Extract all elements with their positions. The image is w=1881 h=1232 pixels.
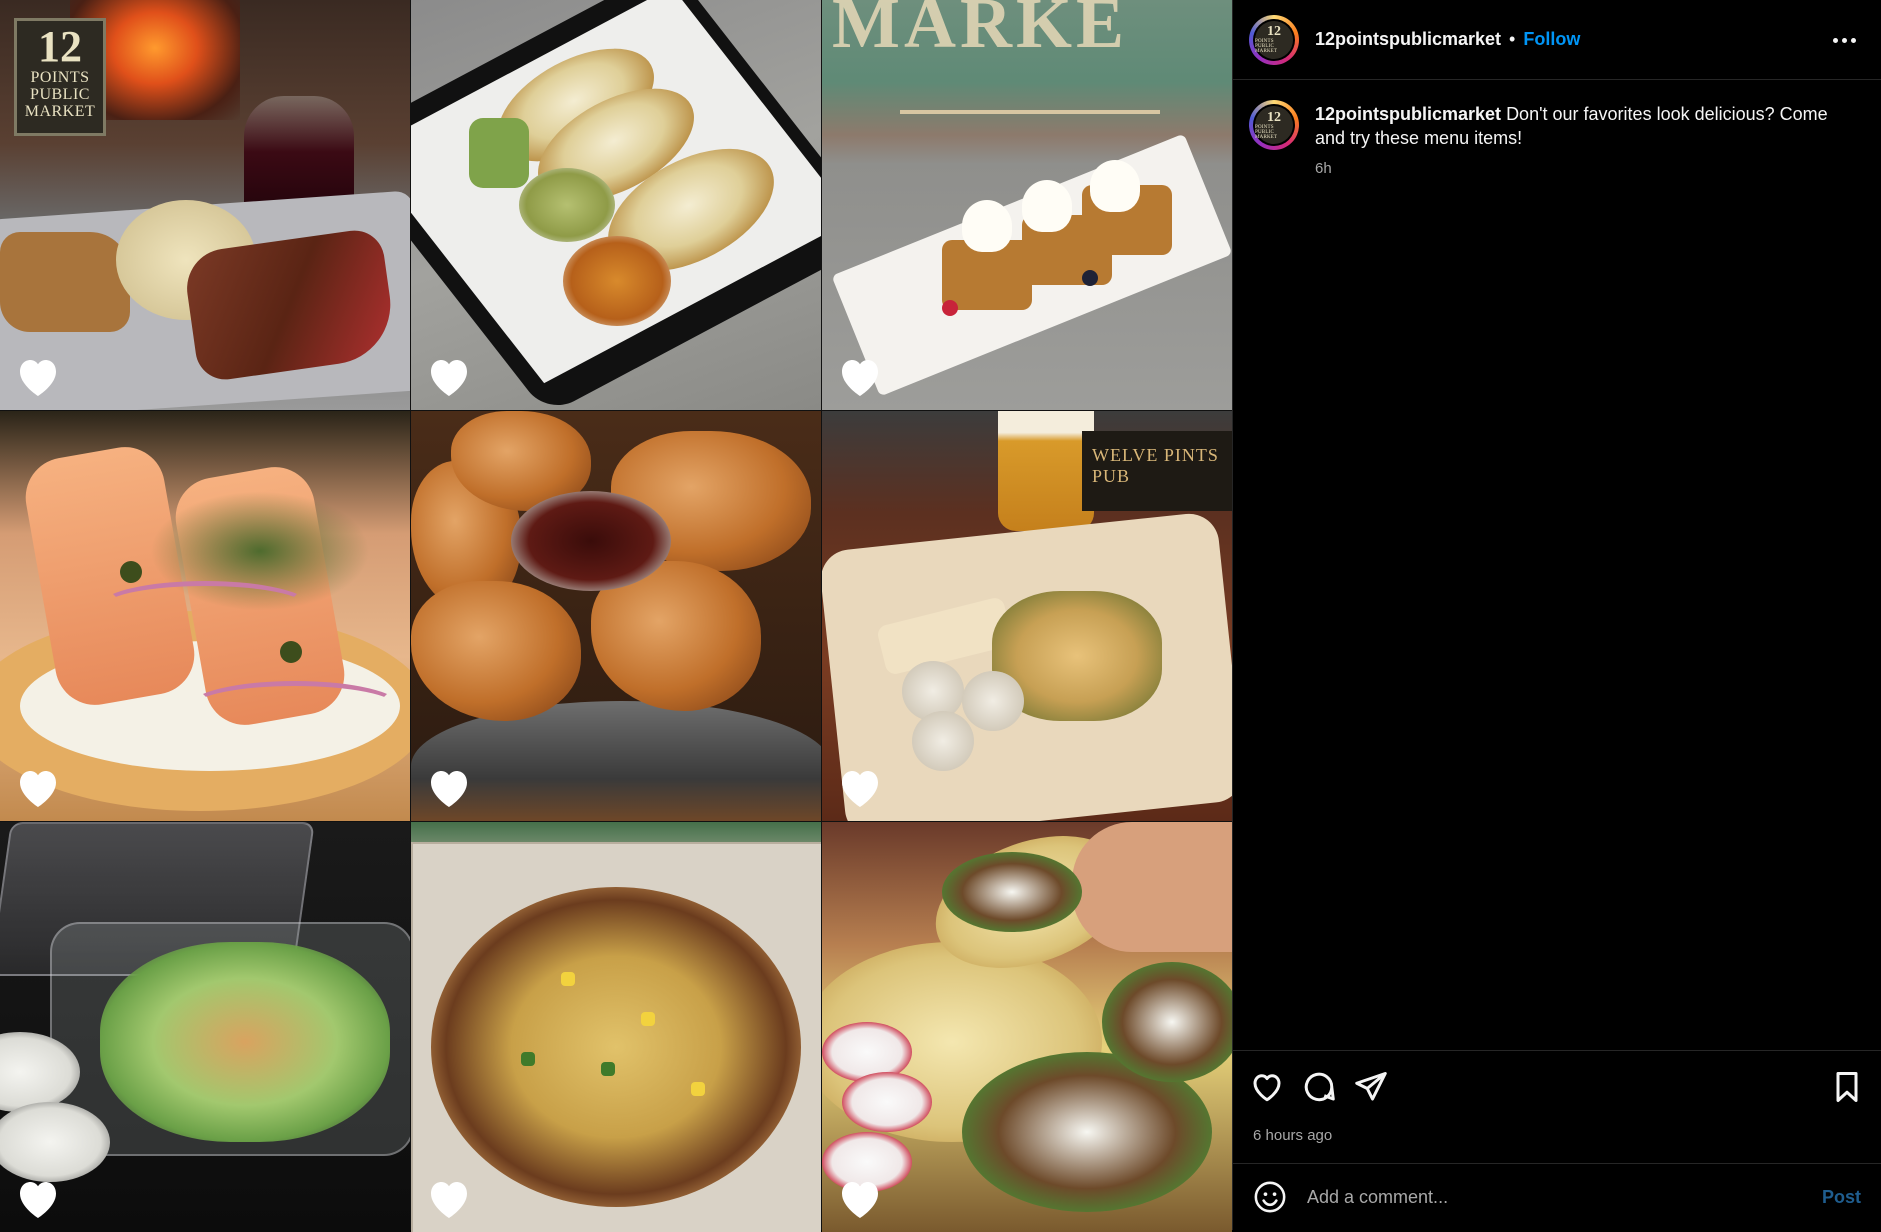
avatar-logo: 12 POINTS PUBLIC MARKET (1255, 106, 1293, 144)
comment-bar: Post (1233, 1163, 1881, 1230)
photo-biscuit (0, 232, 130, 332)
comment-input[interactable] (1305, 1185, 1822, 1209)
photo-topping (521, 1052, 535, 1066)
photo-taco-filling (942, 852, 1082, 932)
avatar-logo: 12 POINTS PUBLIC MARKET (1255, 20, 1293, 59)
more-options-icon[interactable] (1829, 26, 1859, 54)
grid-photo-pub-plate[interactable]: WELVE PINTS PUB (822, 411, 1232, 821)
heart-icon[interactable] (425, 354, 473, 398)
heart-icon[interactable] (1249, 1069, 1285, 1105)
photo-sign-line (900, 110, 1160, 114)
photo-onion (190, 681, 400, 731)
action-bar: 6 hours ago (1233, 1050, 1881, 1170)
grid-photo-meatloaf-tray[interactable]: 12 POINTS PUBLIC MARKET (0, 0, 410, 410)
photo-berry (942, 300, 958, 316)
caption-time[interactable]: 6h (1315, 160, 1849, 177)
photo-grid: 12 POINTS PUBLIC MARKET MARKE WELVE PINT… (0, 0, 1232, 1232)
photo-meatball (912, 711, 974, 771)
avatar[interactable]: 12 POINTS PUBLIC MARKET (1249, 14, 1299, 65)
separator-dot: • (1509, 29, 1516, 49)
post-timestamp[interactable]: 6 hours ago (1253, 1127, 1332, 1144)
heart-icon[interactable] (425, 765, 473, 809)
grid-photo-tacos-basket[interactable] (411, 0, 821, 410)
grid-photo-waffles-plate[interactable]: MARKE (822, 0, 1232, 410)
comment-icon[interactable] (1301, 1069, 1337, 1105)
photo-pub-sign: WELVE PINTS PUB (1082, 431, 1232, 511)
photo-whipped-cream (1090, 160, 1140, 212)
heart-icon[interactable] (425, 1176, 473, 1220)
username-link[interactable]: 12pointspublicmarket (1315, 29, 1501, 50)
photo-meatball (962, 671, 1024, 731)
avatar[interactable]: 12 POINTS PUBLIC MARKET (1249, 100, 1299, 150)
photo-salsa-roja (563, 236, 671, 326)
photo-whipped-cream (962, 200, 1012, 252)
photo-topping (601, 1062, 615, 1076)
photo-sign-text: MARKE (832, 0, 1128, 63)
smiley-icon[interactable] (1253, 1180, 1287, 1214)
photo-bbq-sauce (511, 491, 671, 591)
bookmark-icon[interactable] (1829, 1069, 1865, 1105)
grid-photo-pizza[interactable] (411, 822, 821, 1232)
photo-logo-sign: 12 POINTS PUBLIC MARKET (14, 18, 106, 136)
photo-onion (100, 581, 310, 631)
photo-topping (641, 1012, 655, 1026)
caption-username[interactable]: 12pointspublicmarket (1315, 104, 1501, 124)
photo-topping (561, 972, 575, 986)
send-icon[interactable] (1353, 1069, 1389, 1105)
heart-icon[interactable] (14, 354, 62, 398)
photo-caper (120, 561, 142, 583)
photo-radish (842, 1072, 932, 1132)
photo-topping (691, 1082, 705, 1096)
heart-icon[interactable] (14, 765, 62, 809)
photo-dressing-cup (0, 1102, 110, 1182)
grid-photo-street-tacos[interactable] (822, 822, 1232, 1232)
photo-hand (1072, 822, 1232, 952)
grid-photo-caesar-salad[interactable] (0, 822, 410, 1232)
heart-icon[interactable] (836, 1176, 884, 1220)
photo-berry (1082, 270, 1098, 286)
photo-salad (100, 942, 390, 1142)
caption-text: 12pointspublicmarket Don't our favorites… (1315, 100, 1849, 150)
photo-cucumber (469, 118, 529, 188)
post-comment-button[interactable]: Post (1822, 1187, 1861, 1208)
grid-photo-lox-bagel[interactable] (0, 411, 410, 821)
post-header: 12 POINTS PUBLIC MARKET 12pointspublicmar… (1233, 0, 1881, 80)
photo-whipped-cream (1022, 180, 1072, 232)
photo-beer-glass (998, 411, 1094, 531)
photo-salsa-verde (519, 168, 615, 242)
heart-icon[interactable] (836, 765, 884, 809)
photo-taco-filling (1102, 962, 1232, 1082)
post-panel: 12 POINTS PUBLIC MARKET 12pointspublicmar… (1232, 0, 1881, 1230)
photo-chicken-piece (411, 581, 581, 721)
post-caption: 12 POINTS PUBLIC MARKET 12pointspublicmar… (1249, 100, 1849, 177)
photo-caper (280, 641, 302, 663)
heart-icon[interactable] (836, 354, 884, 398)
photo-pizza-pie (431, 887, 801, 1207)
grid-photo-fried-chicken[interactable] (411, 411, 821, 821)
heart-icon[interactable] (14, 1176, 62, 1220)
follow-button[interactable]: Follow (1523, 29, 1580, 50)
